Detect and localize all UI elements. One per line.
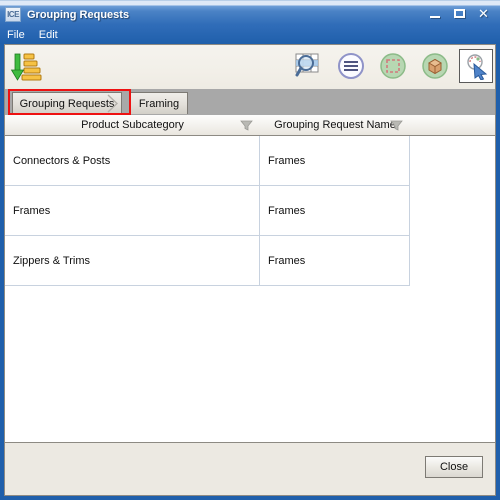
tab-label: Framing [138, 97, 180, 110]
minimize-icon [430, 16, 440, 18]
column-header-label: Grouping Request Name [274, 119, 396, 131]
tab-strip: Grouping Requests Framing [5, 89, 495, 115]
tab-framing[interactable]: Framing [130, 92, 188, 114]
cell-product-subcategory[interactable]: Frames [5, 186, 260, 236]
cell-grouping-request-name[interactable]: Frames [260, 236, 410, 286]
window-title: Grouping Requests [27, 9, 130, 21]
close-dialog-button[interactable]: Close [425, 456, 483, 478]
box-object-icon[interactable] [417, 48, 453, 84]
window-controls: ✕ [425, 5, 494, 22]
zoom-select-tool-icon[interactable] [459, 49, 493, 83]
ice-app-icon: ICE [5, 7, 21, 22]
chevron-right-icon [106, 93, 122, 114]
column-header-label: Product Subcategory [81, 119, 184, 131]
toolbar-right-group [291, 48, 493, 84]
filter-funnel-icon[interactable] [390, 119, 403, 132]
table-row[interactable]: Zippers & Trims Frames [5, 236, 495, 286]
tab-label: Grouping Requests [19, 97, 115, 110]
sort-descending-icon[interactable] [10, 52, 42, 82]
toolbar [5, 45, 495, 89]
title-bar: ICE Grouping Requests ✕ [0, 0, 500, 26]
menu-list-icon[interactable] [333, 48, 369, 84]
find-in-table-icon[interactable] [291, 48, 327, 84]
minimize-button[interactable] [425, 5, 446, 22]
close-button[interactable]: ✕ [473, 5, 494, 22]
column-header-filler [410, 115, 495, 135]
menu-bar: File Edit [0, 26, 500, 44]
maximize-button[interactable] [449, 5, 470, 22]
maximize-icon [454, 9, 465, 18]
tab-grouping-requests[interactable]: Grouping Requests [12, 92, 122, 114]
cell-product-subcategory[interactable]: Connectors & Posts [5, 136, 260, 186]
column-header-grouping-request-name[interactable]: Grouping Request Name [260, 115, 410, 135]
grid-header-row: Product Subcategory Grouping Request Nam… [5, 115, 495, 136]
data-grid: Product Subcategory Grouping Request Nam… [5, 115, 495, 442]
close-icon: ✕ [478, 6, 489, 21]
table-row[interactable]: Connectors & Posts Frames [5, 136, 495, 186]
table-row[interactable]: Frames Frames [5, 186, 495, 236]
application-window: ICE Grouping Requests ✕ File Edit Groupi… [0, 0, 500, 500]
select-region-icon[interactable] [375, 48, 411, 84]
menu-item-file[interactable]: File [7, 29, 25, 41]
cell-product-subcategory[interactable]: Zippers & Trims [5, 236, 260, 286]
cell-grouping-request-name[interactable]: Frames [260, 136, 410, 186]
cell-grouping-request-name[interactable]: Frames [260, 186, 410, 236]
menu-item-edit[interactable]: Edit [39, 29, 58, 41]
client-area: Grouping Requests Framing Product Subcat… [4, 44, 496, 496]
filter-funnel-icon[interactable] [240, 119, 253, 132]
footer-panel: Close [5, 442, 495, 495]
column-header-product-subcategory[interactable]: Product Subcategory [5, 115, 260, 135]
